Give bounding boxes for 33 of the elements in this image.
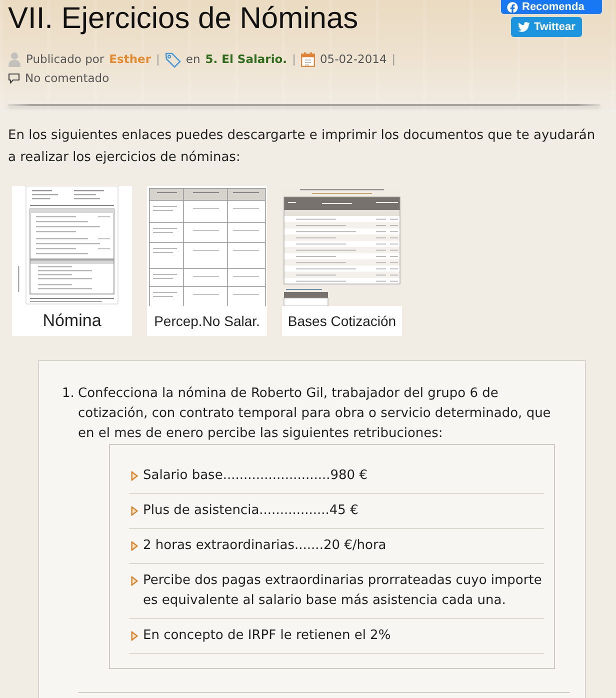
triangle-bullet-icon xyxy=(131,631,138,641)
download-link[interactable]: Percep.No Salar. xyxy=(147,186,267,336)
comments-link[interactable]: No comentado xyxy=(25,69,110,88)
download-link[interactable]: Nómina xyxy=(12,186,132,336)
detail-text: Percibe dos pagas extraordinarias prorrateadas cuyo importe es equivalente al salario base más asistencia cada una. xyxy=(143,572,543,610)
byline-text: Publicado por xyxy=(26,51,104,68)
triangle-bullet-icon xyxy=(131,471,138,481)
separator: | xyxy=(156,51,160,68)
tweet-button[interactable]: Twittear xyxy=(511,17,582,37)
post-title: VII. Ejercicios de Nóminas xyxy=(8,1,358,37)
detail-text: 2 horas extraordinarias.......20 €/hora xyxy=(143,537,388,555)
list-number: 1. xyxy=(62,385,76,403)
tag-icon xyxy=(164,52,181,68)
category-link[interactable]: 5. El Salario. xyxy=(205,50,288,69)
comment-icon xyxy=(8,73,20,84)
f-logo-icon xyxy=(507,2,518,12)
calendar-icon xyxy=(300,52,315,67)
download-link[interactable]: Bases Cotización xyxy=(282,186,402,336)
triangle-bullet-icon xyxy=(131,576,138,586)
triangle-bullet-icon xyxy=(131,541,138,551)
detail-text: Salario base..........................980 € xyxy=(143,467,368,485)
separator: | xyxy=(292,51,296,68)
recommend-button[interactable]: Recomenda xyxy=(501,0,602,14)
category-prefix-text: en xyxy=(186,51,200,68)
separator: | xyxy=(392,51,396,68)
user-silhouette-icon xyxy=(8,52,21,67)
detail-text: Plus de asistencia.................45 € xyxy=(143,502,360,520)
exercise-statement: Confecciona la nómina de Roberto Gil, trabajador del grupo 6 de cotización, con contrato temporal para obra o servicio determinado, que en el mes de enero percibe las siguientes retribuciones: xyxy=(78,385,552,443)
detail-text: En concepto de IRPF le retienen el 2% xyxy=(143,627,392,645)
date-text: 05-02-2014 xyxy=(320,51,387,68)
intro-paragraph: En los siguientes enlaces puedes descargarte e imprimir los documentos que te ayudarán a realizar los ejercicios de nóminas: xyxy=(8,127,596,167)
triangle-bullet-icon xyxy=(131,506,138,516)
bird-icon xyxy=(518,21,530,33)
